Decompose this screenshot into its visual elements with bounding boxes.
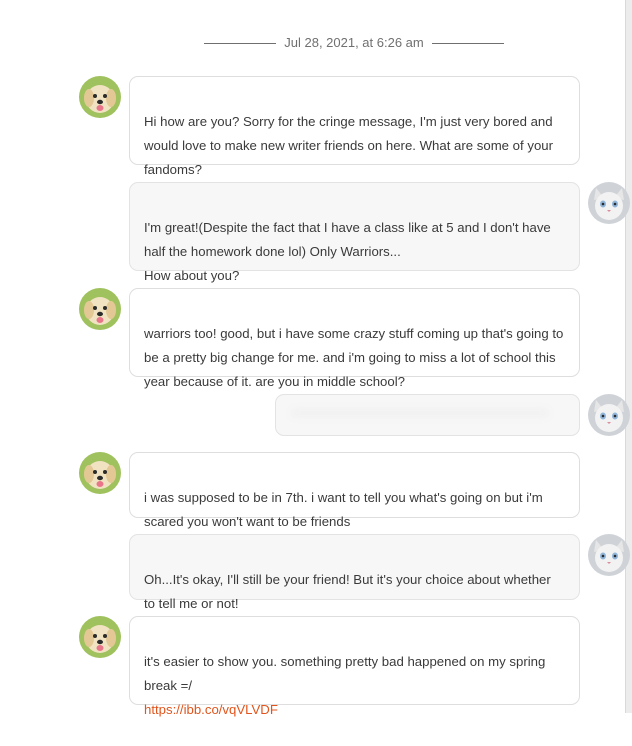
message-bubble-self: I'm great!(Despite the fact that I have … <box>129 182 580 283</box>
message-link[interactable]: https://ibb.co/vqVLVDF <box>144 698 567 722</box>
date-divider: Jul 28, 2021, at 6:26 am <box>0 34 632 52</box>
dog-avatar-icon[interactable] <box>79 452 121 494</box>
dog-avatar-icon[interactable] <box>79 288 121 330</box>
date-divider-text: Jul 28, 2021, at 6:26 am <box>284 35 424 50</box>
message-bubble-self: Oh...It's okay, I'll still be your frien… <box>129 534 580 611</box>
dog-avatar-icon[interactable] <box>79 76 121 118</box>
message-text: warriors too! good, but i have some craz… <box>144 326 564 389</box>
message-text: i was supposed to be in 7th. i want to t… <box>144 490 543 529</box>
message-text: Oh...It's okay, I'll still be your frien… <box>144 572 551 611</box>
message-bubble: it's easier to show you. something prett… <box>129 616 580 717</box>
cat-avatar-icon[interactable] <box>588 182 630 224</box>
message-bubble: Hi how are you? Sorry for the cringe mes… <box>129 76 580 177</box>
message-bubble: i was supposed to be in 7th. i want to t… <box>129 452 580 529</box>
message-bubble: warriors too! good, but i have some craz… <box>129 288 580 389</box>
message-text: I'm great!(Despite the fact that I have … <box>144 220 551 283</box>
scrollbar-track[interactable] <box>625 0 632 713</box>
message-text: it's easier to show you. something prett… <box>144 654 546 693</box>
redacted-text-blur <box>290 408 550 418</box>
cat-avatar-icon[interactable] <box>588 534 630 576</box>
message-text: Hi how are you? Sorry for the cringe mes… <box>144 114 553 177</box>
divider-line-left <box>204 43 276 44</box>
dog-avatar-icon[interactable] <box>79 616 121 658</box>
divider-line-right <box>432 43 504 44</box>
cat-avatar-icon[interactable] <box>588 394 630 436</box>
